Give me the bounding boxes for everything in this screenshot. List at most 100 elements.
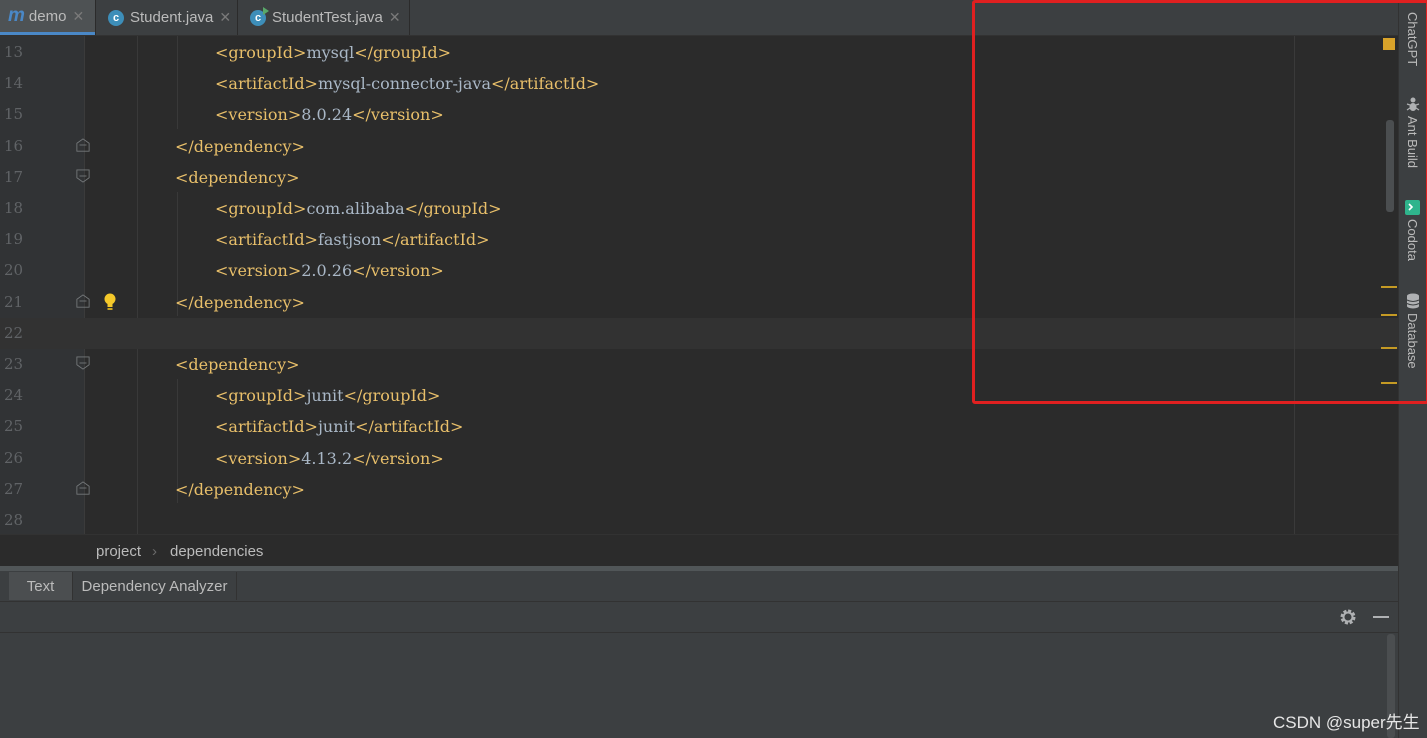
tool-label: Ant Build [1405, 116, 1420, 169]
xml-tag: </groupId> [343, 386, 441, 406]
tab-student-java[interactable]: c Student.java ✕ [96, 0, 237, 35]
fold-close-icon[interactable] [75, 137, 91, 152]
tab-label: demo [28, 7, 67, 25]
line-number: 14 [4, 74, 24, 93]
line-number: 27 [4, 479, 24, 498]
fold-open-icon[interactable] [75, 356, 91, 370]
xml-tag: </artifactId> [381, 230, 490, 250]
code-line[interactable]: 14 <artifactId>mysql-connector-java</arti… [0, 68, 1398, 99]
xml-tag: <artifactId> [215, 74, 318, 94]
code-text: <groupId>com.alibaba</groupId> [215, 193, 501, 224]
code-text: <version>2.0.26</version> [215, 255, 444, 286]
tab-text[interactable]: Text [9, 572, 72, 600]
panel-toolbar [0, 602, 1398, 633]
inspection-warning-icon[interactable] [1383, 38, 1395, 50]
lightbulb-icon[interactable] [103, 293, 117, 311]
xml-tag: </dependency> [175, 479, 305, 499]
xml-tag: </dependency> [175, 136, 305, 156]
code-line[interactable]: 18 <groupId>com.alibaba</groupId> [0, 193, 1398, 224]
minimize-icon[interactable] [1372, 608, 1390, 626]
warning-stripe[interactable] [1381, 382, 1397, 384]
xml-tag: </artifactId> [355, 417, 464, 437]
line-number: 23 [4, 355, 24, 373]
xml-value: mysql [306, 43, 355, 62]
warning-stripe[interactable] [1381, 347, 1397, 349]
maven-m-icon: m [8, 5, 25, 26]
code-line[interactable]: 28 [0, 505, 1398, 534]
fold-close-icon[interactable] [75, 481, 91, 495]
tool-label: ChatGPT [1405, 12, 1420, 67]
gear-icon[interactable] [1339, 608, 1357, 626]
close-icon[interactable]: ✕ [389, 9, 401, 26]
xml-tag: <dependency> [175, 355, 300, 374]
tool-label: Database [1405, 313, 1420, 369]
code-line[interactable]: 27 </dependency> [0, 474, 1398, 505]
line-number: 26 [4, 448, 24, 467]
code-line[interactable]: 26 <version>4.13.2</version> [0, 443, 1398, 474]
code-text: <dependency> [175, 162, 300, 193]
code-line[interactable]: 15 <version>8.0.24</version> [0, 99, 1398, 130]
close-icon[interactable]: ✕ [72, 8, 84, 25]
line-number: 25 [4, 417, 24, 436]
code-text: <artifactId>junit</artifactId> [215, 411, 463, 442]
xml-tag: <artifactId> [215, 417, 318, 437]
tab-studenttest-java[interactable]: c StudentTest.java ✕ [238, 0, 409, 35]
line-number: 16 [4, 136, 24, 155]
editor-scrollbar[interactable] [1386, 120, 1394, 212]
code-line[interactable]: 25 <artifactId>junit</artifactId> [0, 411, 1398, 442]
code-text: </dependency> [175, 287, 305, 318]
breadcrumb-item-project[interactable]: project [96, 543, 141, 560]
right-margin-guide [1294, 36, 1295, 534]
code-line[interactable]: 21 </dependency> [0, 287, 1398, 318]
database-icon [1406, 293, 1419, 309]
line-number: 13 [4, 43, 24, 61]
editor-tab-bar: m demo ✕ c Student.java ✕ c StudentTest.… [0, 0, 1398, 36]
code-editor[interactable]: 13 <groupId>mysql</groupId> 14 <artifactId>… [0, 36, 1398, 534]
xml-tag: <version> [215, 105, 302, 125]
code-text: <version>8.0.24</version> [215, 99, 444, 130]
line-number: 28 [4, 511, 24, 529]
code-text: <artifactId>fastjson</artifactId> [215, 224, 490, 255]
tool-ant-build[interactable]: Ant Build [1398, 96, 1427, 168]
line-number: 18 [4, 199, 24, 217]
fold-open-icon[interactable] [75, 169, 91, 183]
code-line[interactable]: 20 <version>2.0.26</version> [0, 255, 1398, 286]
tab-separator [409, 0, 410, 35]
xml-value: 4.13.2 [301, 448, 353, 468]
tab-demo[interactable]: m demo ✕ [0, 0, 95, 35]
tool-chatgpt[interactable]: ChatGPT [1398, 12, 1427, 66]
close-icon[interactable]: ✕ [219, 9, 231, 26]
breadcrumb-item-dependencies[interactable]: dependencies [170, 543, 263, 560]
xml-tag: </groupId> [354, 43, 452, 62]
ant-icon [1406, 97, 1419, 111]
xml-tag: <groupId> [215, 386, 307, 406]
breadcrumb: project › dependencies [0, 534, 1398, 567]
tab-dependency-analyzer[interactable]: Dependency Analyzer [72, 572, 237, 600]
watermark: CSDN @super先生 [1273, 713, 1420, 732]
warning-stripe[interactable] [1381, 314, 1397, 316]
code-text: <version>4.13.2</version> [215, 443, 444, 474]
tab-label: StudentTest.java [272, 9, 383, 26]
code-line[interactable]: 24 <groupId>junit</groupId> [0, 380, 1398, 411]
code-line[interactable]: 19 <artifactId>fastjson</artifactId> [0, 224, 1398, 255]
xml-tag: <groupId> [215, 43, 307, 62]
code-text: </dependency> [175, 474, 305, 505]
tool-codota[interactable]: Codota [1398, 200, 1427, 261]
tool-database[interactable]: Database [1398, 293, 1427, 369]
code-line[interactable]: 13 <groupId>mysql</groupId> [0, 37, 1398, 68]
java-class-icon: c [108, 9, 124, 26]
xml-tag: <version> [215, 448, 302, 468]
code-line[interactable]: 22 [0, 317, 1398, 349]
code-line[interactable]: 17 <dependency> [0, 162, 1398, 193]
line-number: 19 [4, 230, 24, 249]
xml-value: fastjson [317, 230, 382, 250]
xml-tag: </version> [352, 105, 444, 125]
code-line[interactable]: 16 </dependency> [0, 131, 1398, 162]
code-line[interactable]: 23 <dependency> [0, 349, 1398, 380]
xml-tag: </version> [352, 448, 444, 468]
xml-tag: <artifactId> [215, 230, 318, 250]
line-number: 22 [4, 323, 24, 342]
xml-value: 2.0.26 [301, 261, 353, 281]
warning-stripe[interactable] [1381, 286, 1397, 288]
fold-close-icon[interactable] [75, 293, 91, 308]
